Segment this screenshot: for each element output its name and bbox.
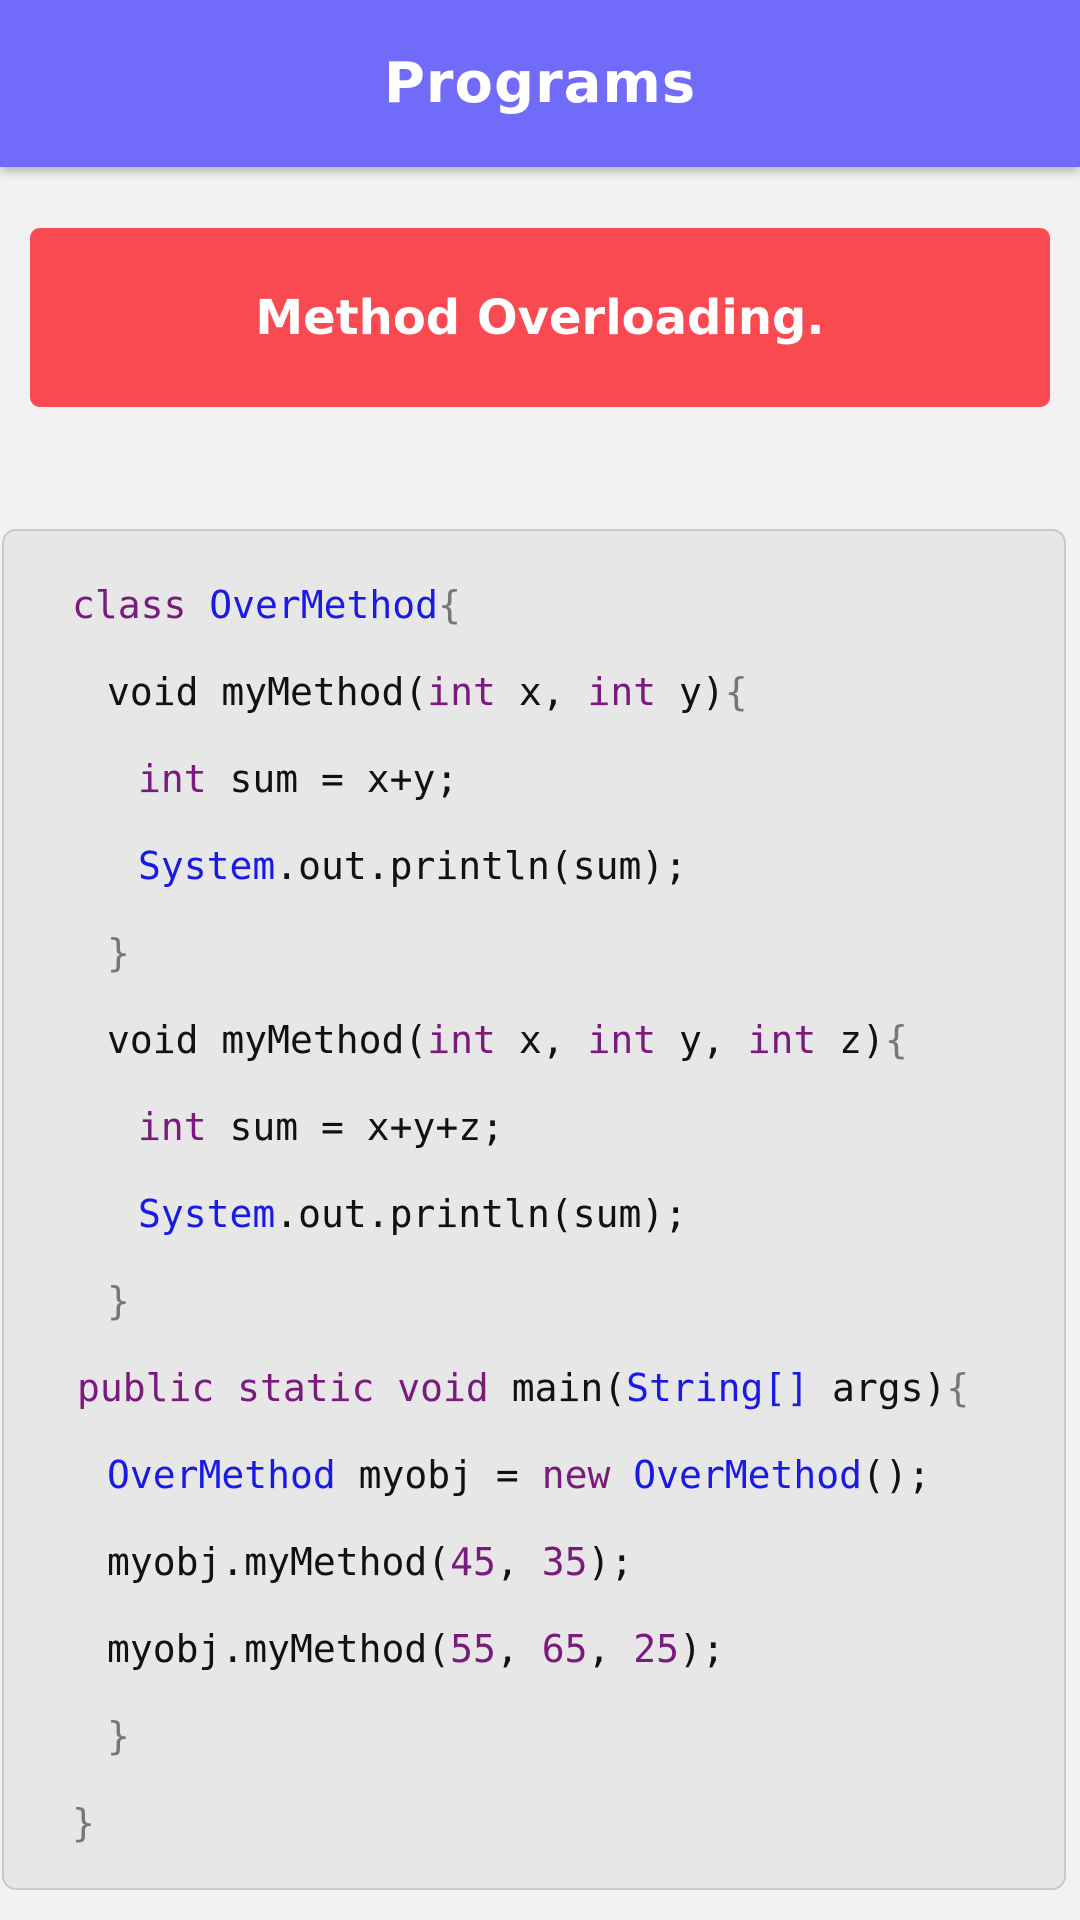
code-token: 35 bbox=[541, 1540, 588, 1584]
code-token: { bbox=[724, 670, 748, 714]
code-token: void myMethod( bbox=[107, 670, 428, 714]
code-token: myobj.myMethod( bbox=[107, 1540, 451, 1584]
code-token: class bbox=[72, 583, 187, 627]
code-token: .out.println(sum); bbox=[275, 844, 688, 888]
code-token: int bbox=[587, 670, 657, 714]
code-token: , bbox=[495, 1627, 542, 1671]
code-token: (); bbox=[862, 1453, 931, 1497]
code-token: ); bbox=[587, 1540, 634, 1584]
code-line: } bbox=[107, 1712, 130, 1760]
code-token: y) bbox=[656, 670, 725, 714]
code-token: String[] bbox=[626, 1366, 810, 1410]
code-block: class OverMethod{ void myMethod(int x, i… bbox=[2, 529, 1066, 1890]
code-token: { bbox=[438, 583, 461, 627]
code-line: int sum = x+y+z; bbox=[138, 1103, 504, 1151]
code-token: } bbox=[107, 1714, 130, 1758]
code-token: 25 bbox=[633, 1627, 679, 1671]
code-token: sum = x+y; bbox=[206, 757, 459, 801]
code-token: myobj.myMethod( bbox=[107, 1627, 451, 1671]
code-token: .out.println(sum); bbox=[275, 1192, 688, 1236]
app-title: Programs bbox=[383, 51, 697, 116]
code-token: y, bbox=[656, 1018, 748, 1062]
code-token: } bbox=[107, 1279, 130, 1323]
program-title: Method Overloading. bbox=[255, 289, 825, 346]
code-token: x, bbox=[495, 1018, 588, 1062]
code-token: 55 bbox=[450, 1627, 496, 1671]
code-token: args) bbox=[809, 1366, 947, 1410]
code-token: 65 bbox=[541, 1627, 588, 1671]
code-token: } bbox=[107, 931, 130, 975]
code-token: OverMethod bbox=[107, 1453, 336, 1497]
code-line: class OverMethod{ bbox=[72, 581, 461, 629]
code-token: public static void bbox=[77, 1366, 489, 1410]
code-line: void myMethod(int x, int y, int z){ bbox=[107, 1016, 908, 1064]
code-token: int bbox=[138, 757, 207, 801]
code-token: ); bbox=[679, 1627, 725, 1671]
code-token: int bbox=[427, 1018, 496, 1062]
code-token: 45 bbox=[450, 1540, 496, 1584]
code-line: void myMethod(int x, int y){ bbox=[107, 668, 748, 716]
code-token: , bbox=[587, 1627, 634, 1671]
code-token: int bbox=[138, 1105, 207, 1149]
code-line: OverMethod myobj = new OverMethod(); bbox=[107, 1451, 931, 1499]
code-line: System.out.println(sum); bbox=[138, 842, 687, 890]
code-token: System bbox=[138, 844, 276, 888]
code-token: int bbox=[747, 1018, 817, 1062]
code-token: System bbox=[138, 1192, 276, 1236]
code-token: } bbox=[72, 1801, 95, 1845]
code-token: sum = x+y+z; bbox=[206, 1105, 505, 1149]
code-token: OverMethod bbox=[633, 1453, 862, 1497]
code-line: myobj.myMethod(55, 65, 25); bbox=[107, 1625, 725, 1673]
program-title-card[interactable]: Method Overloading. bbox=[30, 228, 1050, 407]
code-token: new bbox=[541, 1453, 611, 1497]
code-token: int bbox=[427, 670, 496, 714]
code-line: int sum = x+y; bbox=[138, 755, 458, 803]
code-token: int bbox=[587, 1018, 657, 1062]
code-line: public static void main(String[] args){ bbox=[77, 1364, 969, 1412]
code-line: } bbox=[72, 1799, 95, 1847]
code-token: void myMethod( bbox=[107, 1018, 428, 1062]
code-token: x, bbox=[495, 670, 588, 714]
code-line: System.out.println(sum); bbox=[138, 1190, 687, 1238]
app-bar: Programs bbox=[0, 0, 1080, 167]
code-token: myobj = bbox=[335, 1453, 542, 1497]
code-line: myobj.myMethod(45, 35); bbox=[107, 1538, 633, 1586]
code-token: , bbox=[495, 1540, 542, 1584]
code-line: } bbox=[107, 1277, 130, 1325]
code-token: OverMethod bbox=[209, 583, 439, 627]
code-token: main( bbox=[488, 1366, 627, 1410]
code-line: } bbox=[107, 929, 130, 977]
code-token: { bbox=[884, 1018, 908, 1062]
code-token: z) bbox=[816, 1018, 885, 1062]
code-token: { bbox=[946, 1366, 970, 1410]
